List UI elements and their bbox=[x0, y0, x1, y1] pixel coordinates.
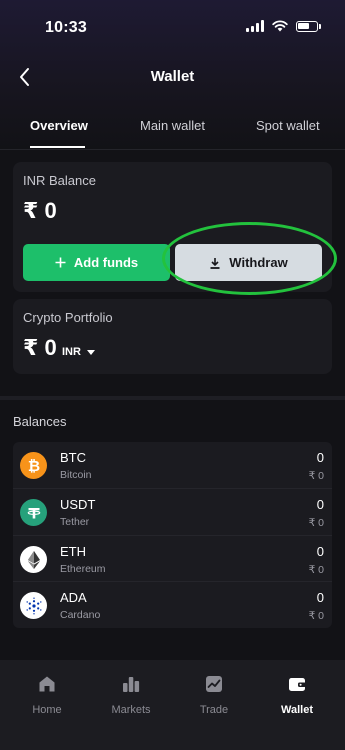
page-title: Wallet bbox=[150, 68, 195, 85]
wallet-tabs: Overview Main wallet Spot wallet bbox=[0, 118, 345, 148]
list-item-usdt[interactable]: USDT Tether 0 ₹ 0 bbox=[13, 488, 332, 535]
status-icons bbox=[246, 20, 321, 32]
coin-symbol: ETH bbox=[60, 544, 86, 559]
coin-name: Bitcoin bbox=[60, 469, 92, 481]
inr-balance-label: INR Balance bbox=[23, 173, 96, 188]
inr-amount-value: 0 bbox=[44, 198, 57, 223]
status-bar: 10:33 bbox=[0, 0, 345, 50]
coin-name: Cardano bbox=[60, 609, 101, 621]
nav-trade[interactable]: Trade bbox=[180, 674, 248, 716]
coin-name: Ethereum bbox=[60, 563, 106, 575]
nav-trade-label: Trade bbox=[199, 704, 229, 716]
nav-markets[interactable]: Markets bbox=[97, 674, 165, 716]
rupee-symbol: ₹ bbox=[23, 335, 39, 360]
signal-icon bbox=[246, 20, 264, 32]
nav-markets-label: Markets bbox=[111, 704, 151, 716]
withdraw-highlight-ring bbox=[162, 222, 337, 295]
section-divider bbox=[0, 396, 345, 400]
coin-quantity: 0 bbox=[316, 497, 324, 512]
markets-icon bbox=[123, 677, 140, 692]
add-funds-label: Add funds bbox=[73, 255, 139, 270]
rupee-symbol: ₹ bbox=[23, 198, 39, 223]
bottom-nav: Home Markets Trade Wallet bbox=[0, 660, 345, 750]
ethereum-icon bbox=[20, 546, 47, 573]
divider bbox=[0, 149, 345, 150]
balances-list: ₿ BTC Bitcoin 0 ₹ 0 USDT Tether 0 ₹ 0 ET… bbox=[13, 442, 332, 628]
plus-icon bbox=[55, 257, 66, 268]
crypto-portfolio-card: Crypto Portfolio ₹ 0 bbox=[13, 299, 332, 374]
crypto-portfolio-label: Crypto Portfolio bbox=[23, 310, 113, 325]
bitcoin-icon: ₿ bbox=[20, 452, 47, 479]
coin-name: Tether bbox=[60, 516, 90, 528]
add-funds-button[interactable]: Add funds bbox=[23, 244, 170, 281]
balances-title: Balances bbox=[13, 414, 67, 429]
tab-overview[interactable]: Overview bbox=[30, 118, 88, 133]
currency-dropdown[interactable]: INR bbox=[62, 346, 95, 358]
nav-home[interactable]: Home bbox=[13, 674, 81, 716]
coin-inr-value: ₹ 0 bbox=[308, 610, 324, 622]
tether-icon bbox=[20, 499, 47, 526]
coin-inr-value: ₹ 0 bbox=[308, 564, 324, 576]
coin-symbol: BTC bbox=[60, 450, 86, 465]
nav-wallet-label: Wallet bbox=[281, 704, 313, 716]
tab-spot-wallet[interactable]: Spot wallet bbox=[256, 118, 320, 133]
clock: 10:33 bbox=[45, 19, 87, 36]
nav-home-label: Home bbox=[32, 704, 62, 716]
list-item-eth[interactable]: ETH Ethereum 0 ₹ 0 bbox=[13, 535, 332, 582]
caret-down-icon bbox=[86, 349, 95, 355]
active-tab-indicator bbox=[30, 146, 85, 148]
currency-dropdown-value: INR bbox=[62, 346, 81, 358]
app-header: Wallet bbox=[0, 60, 345, 94]
inr-balance-amount: ₹ 0 bbox=[23, 198, 57, 224]
coin-symbol: USDT bbox=[60, 497, 96, 512]
nav-wallet[interactable]: Wallet bbox=[263, 674, 331, 716]
coin-symbol: ADA bbox=[60, 590, 87, 605]
list-item-btc[interactable]: ₿ BTC Bitcoin 0 ₹ 0 bbox=[13, 442, 332, 488]
wifi-icon bbox=[272, 20, 288, 32]
svg-text:₿: ₿ bbox=[27, 458, 39, 474]
coin-quantity: 0 bbox=[316, 450, 324, 465]
crypto-amount-value: 0 bbox=[44, 335, 57, 360]
coin-inr-value: ₹ 0 bbox=[308, 517, 324, 529]
coin-quantity: 0 bbox=[316, 590, 324, 605]
list-item-ada[interactable]: ADA Cardano 0 ₹ 0 bbox=[13, 581, 332, 628]
coin-quantity: 0 bbox=[316, 544, 324, 559]
cardano-icon bbox=[20, 592, 47, 619]
wallet-icon bbox=[289, 678, 306, 691]
trade-icon bbox=[206, 676, 222, 692]
home-icon bbox=[39, 676, 55, 692]
tab-main-wallet[interactable]: Main wallet bbox=[140, 118, 205, 133]
crypto-portfolio-amount: ₹ 0 bbox=[23, 335, 57, 361]
battery-icon bbox=[296, 20, 318, 32]
coin-inr-value: ₹ 0 bbox=[308, 470, 324, 482]
